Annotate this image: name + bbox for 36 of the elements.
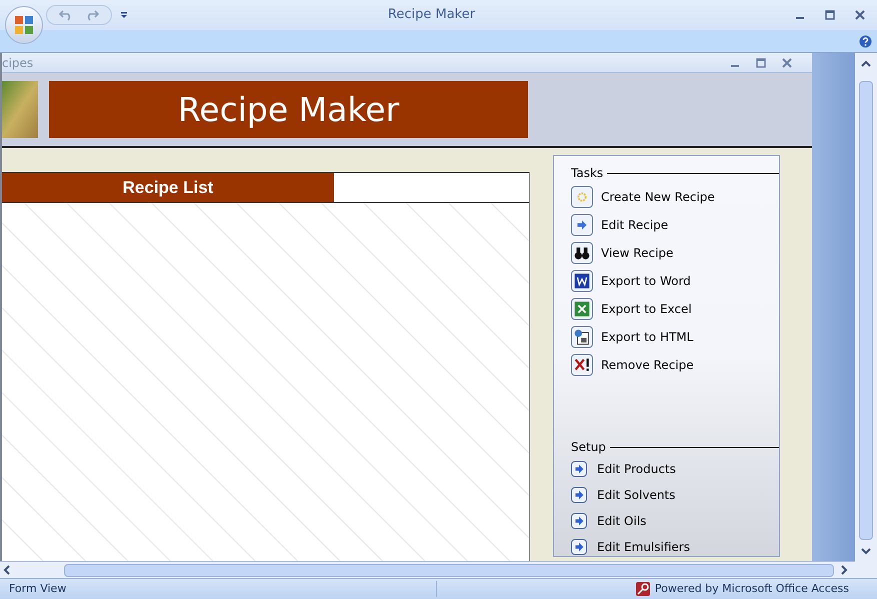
document-w-icon xyxy=(571,270,593,292)
task-link[interactable]: Edit Recipe xyxy=(601,216,668,234)
web-page-icon xyxy=(571,326,593,348)
brand-text: Powered by Microsoft Office Access xyxy=(654,580,849,597)
binoculars-icon xyxy=(571,242,593,264)
title-banner: Recipe Maker xyxy=(49,81,528,138)
horizontal-scrollbar[interactable] xyxy=(0,561,855,578)
task-link[interactable]: Export to Excel xyxy=(601,300,692,318)
sparkle-icon xyxy=(571,186,593,208)
logo-picture xyxy=(2,81,38,138)
setup-link[interactable]: Edit Emulsifiers xyxy=(597,538,690,556)
task-link[interactable]: Create New Recipe xyxy=(601,188,715,206)
maximize-icon[interactable] xyxy=(756,58,766,68)
setup-link[interactable]: Edit Solvents xyxy=(597,486,676,504)
setup-link[interactable]: Edit Products xyxy=(597,460,676,478)
status-text: Form View xyxy=(0,580,437,598)
vertical-scrollbar[interactable] xyxy=(855,53,877,578)
form-title: cipes xyxy=(2,54,34,72)
task-link[interactable]: Export to Word xyxy=(601,272,691,290)
close-icon[interactable] xyxy=(782,58,792,68)
spreadsheet-x-icon xyxy=(571,298,593,320)
task-link[interactable]: Remove Recipe xyxy=(601,356,694,374)
help-icon[interactable] xyxy=(859,34,872,48)
close-icon[interactable] xyxy=(855,10,865,20)
maximize-icon[interactable] xyxy=(825,10,835,20)
setup-link[interactable]: Edit Oils xyxy=(597,512,646,530)
customize-dropdown-icon[interactable] xyxy=(120,11,128,19)
section-heading: Tasks xyxy=(571,165,604,182)
section-heading: Setup xyxy=(571,439,606,456)
window-title: Recipe Maker xyxy=(386,6,476,24)
delete-mark-icon xyxy=(571,354,593,376)
task-link[interactable]: Export to HTML xyxy=(601,328,694,346)
task-link[interactable]: View Recipe xyxy=(601,244,674,262)
office-logo-button[interactable] xyxy=(5,6,43,44)
squares-logo-icon xyxy=(14,15,34,35)
list-header: Recipe List xyxy=(2,173,334,202)
